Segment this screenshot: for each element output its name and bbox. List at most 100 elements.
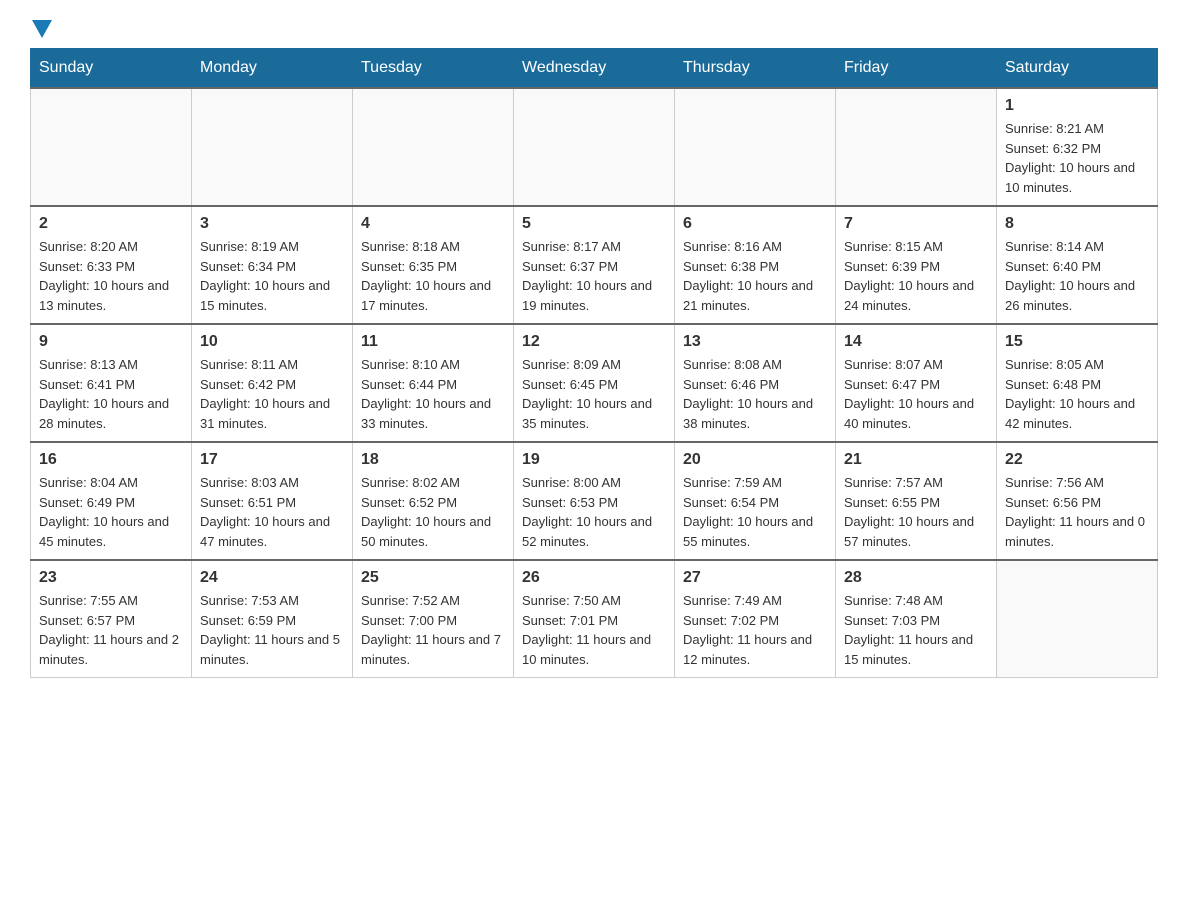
calendar-day-cell: 6 Sunrise: 8:16 AM Sunset: 6:38 PM Daylig… xyxy=(675,206,836,324)
calendar-day-cell: 12 Sunrise: 8:09 AM Sunset: 6:45 PM Dayli… xyxy=(514,324,675,442)
day-info: Sunrise: 7:59 AM Sunset: 6:54 PM Dayligh… xyxy=(683,473,827,551)
logo xyxy=(30,20,54,38)
calendar-week-row: 16 Sunrise: 8:04 AM Sunset: 6:49 PM Dayli… xyxy=(31,442,1158,560)
calendar-day-cell: 8 Sunrise: 8:14 AM Sunset: 6:40 PM Daylig… xyxy=(997,206,1158,324)
day-number: 2 xyxy=(39,215,183,233)
calendar-day-cell: 13 Sunrise: 8:08 AM Sunset: 6:46 PM Dayli… xyxy=(675,324,836,442)
calendar-day-cell: 23Sunrise: 7:55 AM Sunset: 6:57 PM Dayli… xyxy=(31,560,192,678)
calendar-day-cell: 1 Sunrise: 8:21 AM Sunset: 6:32 PM Daylig… xyxy=(997,88,1158,206)
calendar-day-cell xyxy=(997,560,1158,678)
day-info: Sunrise: 7:53 AM Sunset: 6:59 PM Dayligh… xyxy=(200,591,344,669)
day-of-week-header: Sunday xyxy=(31,49,192,89)
day-number: 16 xyxy=(39,451,183,469)
day-info: Sunrise: 8:09 AM Sunset: 6:45 PM Dayligh… xyxy=(522,355,666,433)
calendar-day-cell: 18 Sunrise: 8:02 AM Sunset: 6:52 PM Dayli… xyxy=(353,442,514,560)
day-info: Sunrise: 7:55 AM Sunset: 6:57 PM Dayligh… xyxy=(39,591,183,669)
day-info: Sunrise: 8:16 AM Sunset: 6:38 PM Dayligh… xyxy=(683,237,827,315)
calendar-week-row: 23Sunrise: 7:55 AM Sunset: 6:57 PM Dayli… xyxy=(31,560,1158,678)
day-info: Sunrise: 8:08 AM Sunset: 6:46 PM Dayligh… xyxy=(683,355,827,433)
calendar-day-cell: 25 Sunrise: 7:52 AM Sunset: 7:00 PM Dayli… xyxy=(353,560,514,678)
calendar-day-cell xyxy=(675,88,836,206)
calendar-day-cell: 17 Sunrise: 8:03 AM Sunset: 6:51 PM Dayli… xyxy=(192,442,353,560)
day-info: Sunrise: 8:13 AM Sunset: 6:41 PM Dayligh… xyxy=(39,355,183,433)
day-info: Sunrise: 8:14 AM Sunset: 6:40 PM Dayligh… xyxy=(1005,237,1149,315)
day-of-week-header: Monday xyxy=(192,49,353,89)
day-number: 17 xyxy=(200,451,344,469)
calendar-table: SundayMondayTuesdayWednesdayThursdayFrid… xyxy=(30,48,1158,678)
day-info: Sunrise: 8:10 AM Sunset: 6:44 PM Dayligh… xyxy=(361,355,505,433)
day-info: Sunrise: 8:17 AM Sunset: 6:37 PM Dayligh… xyxy=(522,237,666,315)
day-info: Sunrise: 8:21 AM Sunset: 6:32 PM Dayligh… xyxy=(1005,119,1149,197)
day-number: 8 xyxy=(1005,215,1149,233)
calendar-day-cell: 15 Sunrise: 8:05 AM Sunset: 6:48 PM Dayli… xyxy=(997,324,1158,442)
day-number: 3 xyxy=(200,215,344,233)
calendar-day-cell: 4 Sunrise: 8:18 AM Sunset: 6:35 PM Daylig… xyxy=(353,206,514,324)
calendar-day-cell xyxy=(836,88,997,206)
day-info: Sunrise: 7:52 AM Sunset: 7:00 PM Dayligh… xyxy=(361,591,505,669)
day-info: Sunrise: 8:00 AM Sunset: 6:53 PM Dayligh… xyxy=(522,473,666,551)
day-info: Sunrise: 8:04 AM Sunset: 6:49 PM Dayligh… xyxy=(39,473,183,551)
day-info: Sunrise: 8:07 AM Sunset: 6:47 PM Dayligh… xyxy=(844,355,988,433)
calendar-day-cell xyxy=(353,88,514,206)
calendar-day-cell: 20 Sunrise: 7:59 AM Sunset: 6:54 PM Dayli… xyxy=(675,442,836,560)
calendar-week-row: 9 Sunrise: 8:13 AM Sunset: 6:41 PM Daylig… xyxy=(31,324,1158,442)
calendar-week-row: 1 Sunrise: 8:21 AM Sunset: 6:32 PM Daylig… xyxy=(31,88,1158,206)
calendar-day-cell: 28Sunrise: 7:48 AM Sunset: 7:03 PM Dayli… xyxy=(836,560,997,678)
calendar-day-cell xyxy=(31,88,192,206)
day-info: Sunrise: 7:57 AM Sunset: 6:55 PM Dayligh… xyxy=(844,473,988,551)
calendar-day-cell: 7 Sunrise: 8:15 AM Sunset: 6:39 PM Daylig… xyxy=(836,206,997,324)
day-number: 9 xyxy=(39,333,183,351)
day-number: 24 xyxy=(200,569,344,587)
day-number: 26 xyxy=(522,569,666,587)
day-number: 20 xyxy=(683,451,827,469)
day-info: Sunrise: 8:05 AM Sunset: 6:48 PM Dayligh… xyxy=(1005,355,1149,433)
calendar-day-cell: 27 Sunrise: 7:49 AM Sunset: 7:02 PM Dayli… xyxy=(675,560,836,678)
day-of-week-header: Thursday xyxy=(675,49,836,89)
day-number: 18 xyxy=(361,451,505,469)
calendar-day-cell: 9 Sunrise: 8:13 AM Sunset: 6:41 PM Daylig… xyxy=(31,324,192,442)
calendar-day-cell: 19 Sunrise: 8:00 AM Sunset: 6:53 PM Dayli… xyxy=(514,442,675,560)
calendar-day-cell xyxy=(192,88,353,206)
calendar-day-cell: 3 Sunrise: 8:19 AM Sunset: 6:34 PM Daylig… xyxy=(192,206,353,324)
day-info: Sunrise: 7:49 AM Sunset: 7:02 PM Dayligh… xyxy=(683,591,827,669)
day-info: Sunrise: 8:20 AM Sunset: 6:33 PM Dayligh… xyxy=(39,237,183,315)
calendar-day-cell: 22 Sunrise: 7:56 AM Sunset: 6:56 PM Dayli… xyxy=(997,442,1158,560)
day-number: 7 xyxy=(844,215,988,233)
day-info: Sunrise: 7:50 AM Sunset: 7:01 PM Dayligh… xyxy=(522,591,666,669)
day-info: Sunrise: 7:56 AM Sunset: 6:56 PM Dayligh… xyxy=(1005,473,1149,551)
day-number: 6 xyxy=(683,215,827,233)
calendar-day-cell: 10 Sunrise: 8:11 AM Sunset: 6:42 PM Dayli… xyxy=(192,324,353,442)
day-of-week-header: Tuesday xyxy=(353,49,514,89)
day-info: Sunrise: 8:03 AM Sunset: 6:51 PM Dayligh… xyxy=(200,473,344,551)
calendar-day-cell xyxy=(514,88,675,206)
day-number: 15 xyxy=(1005,333,1149,351)
day-info: Sunrise: 8:19 AM Sunset: 6:34 PM Dayligh… xyxy=(200,237,344,315)
calendar-day-cell: 14Sunrise: 8:07 AM Sunset: 6:47 PM Dayli… xyxy=(836,324,997,442)
calendar-day-cell: 16 Sunrise: 8:04 AM Sunset: 6:49 PM Dayli… xyxy=(31,442,192,560)
day-number: 12 xyxy=(522,333,666,351)
day-number: 21 xyxy=(844,451,988,469)
calendar-day-cell: 21 Sunrise: 7:57 AM Sunset: 6:55 PM Dayli… xyxy=(836,442,997,560)
day-number: 22 xyxy=(1005,451,1149,469)
calendar-day-cell: 26 Sunrise: 7:50 AM Sunset: 7:01 PM Dayli… xyxy=(514,560,675,678)
day-info: Sunrise: 8:02 AM Sunset: 6:52 PM Dayligh… xyxy=(361,473,505,551)
calendar-day-cell: 24 Sunrise: 7:53 AM Sunset: 6:59 PM Dayli… xyxy=(192,560,353,678)
day-number: 1 xyxy=(1005,97,1149,115)
day-of-week-header: Wednesday xyxy=(514,49,675,89)
day-number: 5 xyxy=(522,215,666,233)
day-info: Sunrise: 8:18 AM Sunset: 6:35 PM Dayligh… xyxy=(361,237,505,315)
day-number: 10 xyxy=(200,333,344,351)
day-info: Sunrise: 8:15 AM Sunset: 6:39 PM Dayligh… xyxy=(844,237,988,315)
day-number: 13 xyxy=(683,333,827,351)
calendar-header-row: SundayMondayTuesdayWednesdayThursdayFrid… xyxy=(31,49,1158,89)
day-number: 19 xyxy=(522,451,666,469)
day-number: 27 xyxy=(683,569,827,587)
calendar-day-cell: 11Sunrise: 8:10 AM Sunset: 6:44 PM Dayli… xyxy=(353,324,514,442)
calendar-day-cell: 5 Sunrise: 8:17 AM Sunset: 6:37 PM Daylig… xyxy=(514,206,675,324)
day-of-week-header: Saturday xyxy=(997,49,1158,89)
day-info: Sunrise: 7:48 AM Sunset: 7:03 PM Dayligh… xyxy=(844,591,988,669)
day-number: 4 xyxy=(361,215,505,233)
day-number: 25 xyxy=(361,569,505,587)
day-of-week-header: Friday xyxy=(836,49,997,89)
day-info: Sunrise: 8:11 AM Sunset: 6:42 PM Dayligh… xyxy=(200,355,344,433)
